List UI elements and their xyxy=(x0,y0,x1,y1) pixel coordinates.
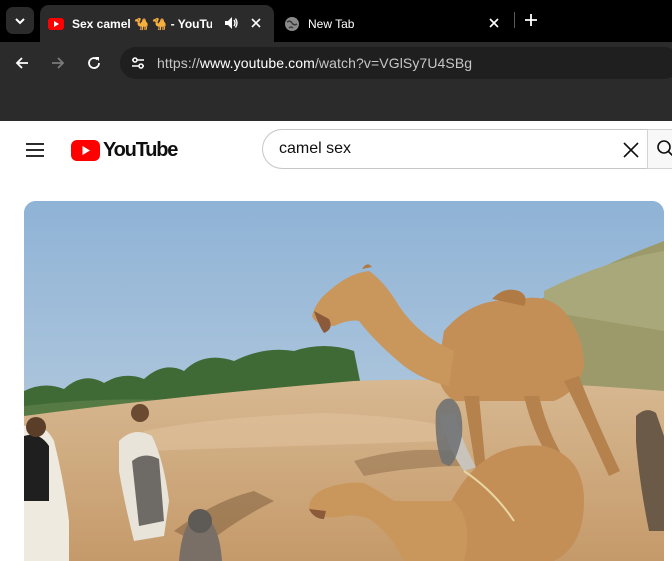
tune-icon xyxy=(132,57,144,69)
guide-menu-button[interactable] xyxy=(23,138,47,162)
site-info-button[interactable] xyxy=(126,51,150,75)
video-player[interactable] xyxy=(24,201,664,561)
chevron-down-icon xyxy=(15,17,25,24)
youtube-logo-text: YouTube xyxy=(103,138,178,161)
arrow-right-icon xyxy=(52,57,65,69)
search-icon xyxy=(657,140,672,157)
url-host: www.youtube.com xyxy=(199,55,315,71)
tab-separator xyxy=(514,12,515,28)
back-button[interactable] xyxy=(10,51,34,75)
tab-new-tab[interactable]: New Tab xyxy=(276,5,512,42)
arrow-left-icon xyxy=(15,57,28,69)
close-icon[interactable] xyxy=(486,15,502,31)
bookmarks-bar xyxy=(0,84,672,121)
video-frame xyxy=(24,201,664,561)
url-prefix: https:// xyxy=(157,55,200,71)
search-box xyxy=(262,129,647,169)
address-bar[interactable]: https://www.youtube.com/watch?v=VGlSy7U4… xyxy=(120,47,672,79)
youtube-page: YouTube xyxy=(0,121,672,561)
url-path: /watch?v=VGlSy7U4SBg xyxy=(314,55,473,71)
close-icon xyxy=(623,142,639,158)
tab-youtube[interactable]: Sex camel 🐪 🐪 - YouTube xyxy=(40,5,274,42)
youtube-logo-icon xyxy=(71,139,100,161)
browser-toolbar: https://www.youtube.com/watch?v=VGlSy7U4… xyxy=(0,42,672,84)
close-icon[interactable] xyxy=(248,15,264,31)
tab-title: Sex camel 🐪 🐪 - YouTube xyxy=(72,16,212,31)
hamburger-icon xyxy=(26,143,44,157)
search-button[interactable] xyxy=(647,129,672,169)
url-text: https://www.youtube.com/watch?v=VGlSy7U4… xyxy=(157,55,472,71)
reload-icon xyxy=(88,57,100,69)
new-tab-button[interactable] xyxy=(520,9,542,31)
globe-icon xyxy=(285,16,299,31)
youtube-favicon-icon xyxy=(48,17,64,30)
reload-button[interactable] xyxy=(82,51,106,75)
tab-search-button[interactable] xyxy=(6,7,34,34)
search-clear-button[interactable] xyxy=(618,137,644,163)
speaker-icon[interactable] xyxy=(223,15,239,31)
tab-title: New Tab xyxy=(308,16,355,31)
search-input[interactable] xyxy=(279,138,599,160)
tab-strip: Sex camel 🐪 🐪 - YouTube New Tab xyxy=(0,0,672,42)
plus-icon xyxy=(525,14,537,26)
forward-button[interactable] xyxy=(46,51,70,75)
youtube-logo[interactable]: YouTube xyxy=(71,138,178,162)
